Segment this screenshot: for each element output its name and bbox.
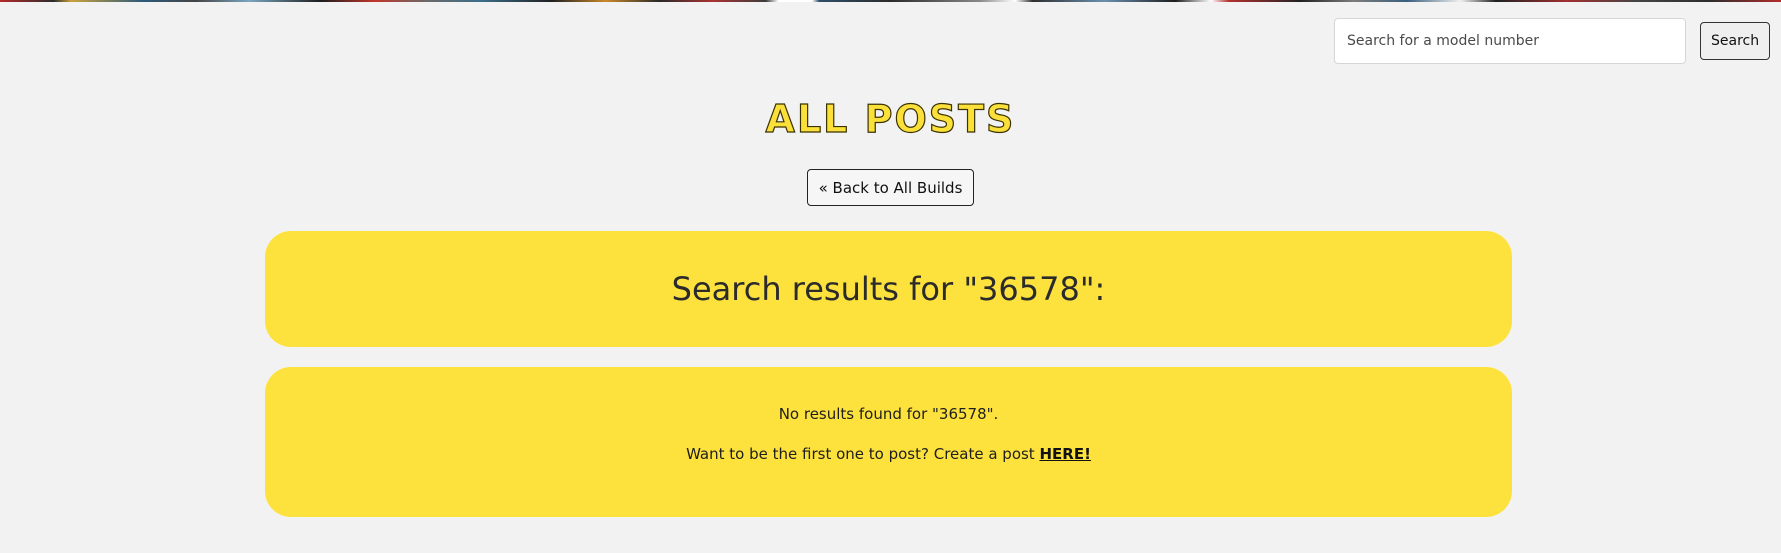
back-nav: « Back to All Builds bbox=[0, 169, 1781, 206]
search-input[interactable] bbox=[1334, 18, 1686, 64]
header-photo-strip bbox=[0, 0, 1781, 2]
page-title: ALL POSTS bbox=[765, 96, 1016, 141]
create-post-prompt: Want to be the first one to post? Create… bbox=[265, 444, 1512, 464]
search-form: Search bbox=[1334, 18, 1771, 64]
back-to-all-builds-button[interactable]: « Back to All Builds bbox=[806, 169, 975, 206]
no-results-text: No results found for "36578". bbox=[778, 405, 999, 423]
create-post-prompt-text: Want to be the first one to post? Create… bbox=[686, 445, 1035, 463]
results-heading-panel: Search results for "36578": bbox=[265, 231, 1512, 347]
search-button[interactable]: Search bbox=[1700, 22, 1771, 60]
create-post-link[interactable]: HERE! bbox=[1039, 445, 1090, 463]
no-results-panel: No results found for "36578". Want to be… bbox=[265, 367, 1512, 517]
results-heading: Search results for "36578": bbox=[671, 270, 1106, 308]
